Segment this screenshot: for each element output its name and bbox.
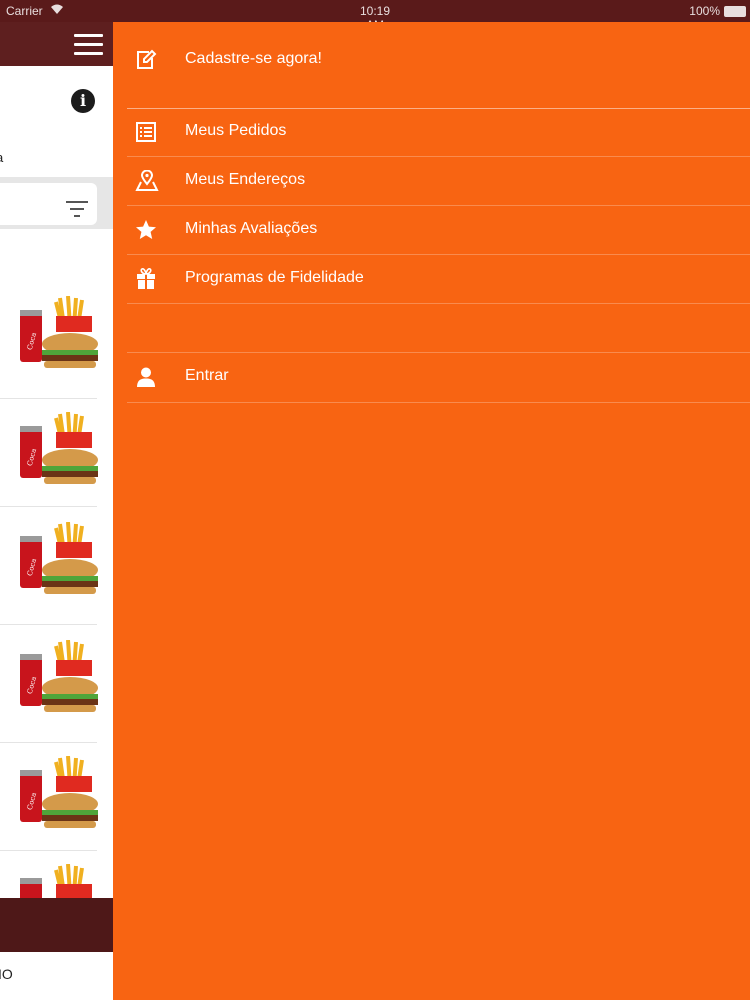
- product-item[interactable]: Coca: [0, 624, 98, 743]
- drawer-item-loyalty[interactable]: Programas de Fidelidade: [127, 255, 750, 303]
- search-input[interactable]: [0, 183, 97, 225]
- drawer-item-signup[interactable]: Cadastre-se agora!: [127, 36, 750, 84]
- product-item[interactable]: Coca: [0, 742, 98, 851]
- carrier-label: Carrier: [6, 4, 43, 18]
- map-icon: [135, 170, 159, 191]
- battery-icon: [724, 6, 746, 17]
- gift-icon: [137, 268, 155, 289]
- info-icon[interactable]: i: [71, 89, 95, 113]
- product-item[interactable]: Coca: [0, 398, 98, 507]
- combo-image: Coca: [20, 522, 98, 594]
- drawer-item-label: Programas de Fidelidade: [185, 269, 364, 286]
- drawer-item-addresses[interactable]: Meus Endereços: [127, 157, 750, 205]
- product-item[interactable]: Coca: [0, 506, 98, 625]
- filter-icon[interactable]: [66, 201, 88, 217]
- drawer-item-label: Minhas Avaliações: [185, 220, 318, 237]
- bottom-text: IO: [0, 966, 13, 982]
- divider: [127, 402, 750, 403]
- star-icon: [136, 220, 156, 239]
- menu-icon[interactable]: [74, 34, 103, 56]
- drawer-item-label: Meus Endereços: [185, 171, 306, 188]
- combo-image: Coca: [20, 296, 98, 368]
- edit-icon: [137, 49, 157, 69]
- bottom-bar: [0, 898, 113, 952]
- wifi-icon: [50, 4, 64, 18]
- drawer-item-orders[interactable]: Meus Pedidos: [127, 108, 750, 156]
- combo-image: [20, 864, 92, 898]
- user-icon: [137, 367, 155, 387]
- app-header: [0, 22, 113, 66]
- drawer-item-reviews[interactable]: Minhas Avaliações: [127, 206, 750, 254]
- side-drawer: Cadastre-se agora! Meus Pedidos Meus End…: [113, 22, 750, 1000]
- combo-image: Coca: [20, 640, 98, 712]
- product-item[interactable]: [0, 850, 97, 898]
- drawer-item-label: Entrar: [185, 367, 229, 384]
- product-item[interactable]: Coca: [0, 284, 98, 399]
- battery-percent: 100%: [689, 4, 720, 18]
- store-info-text: a: [0, 150, 3, 165]
- status-bar: Carrier 10:19 AM 100%: [0, 0, 750, 32]
- main-screen: i a Coca: [0, 22, 113, 1000]
- combo-image: Coca: [20, 412, 98, 484]
- drawer-item-login[interactable]: Entrar: [127, 353, 750, 401]
- list-icon: [136, 122, 156, 142]
- combo-image: Coca: [20, 756, 98, 828]
- search-area: [0, 177, 113, 229]
- drawer-item-label: Meus Pedidos: [185, 122, 287, 139]
- drawer-item-label: Cadastre-se agora!: [185, 50, 322, 67]
- divider: [127, 303, 750, 304]
